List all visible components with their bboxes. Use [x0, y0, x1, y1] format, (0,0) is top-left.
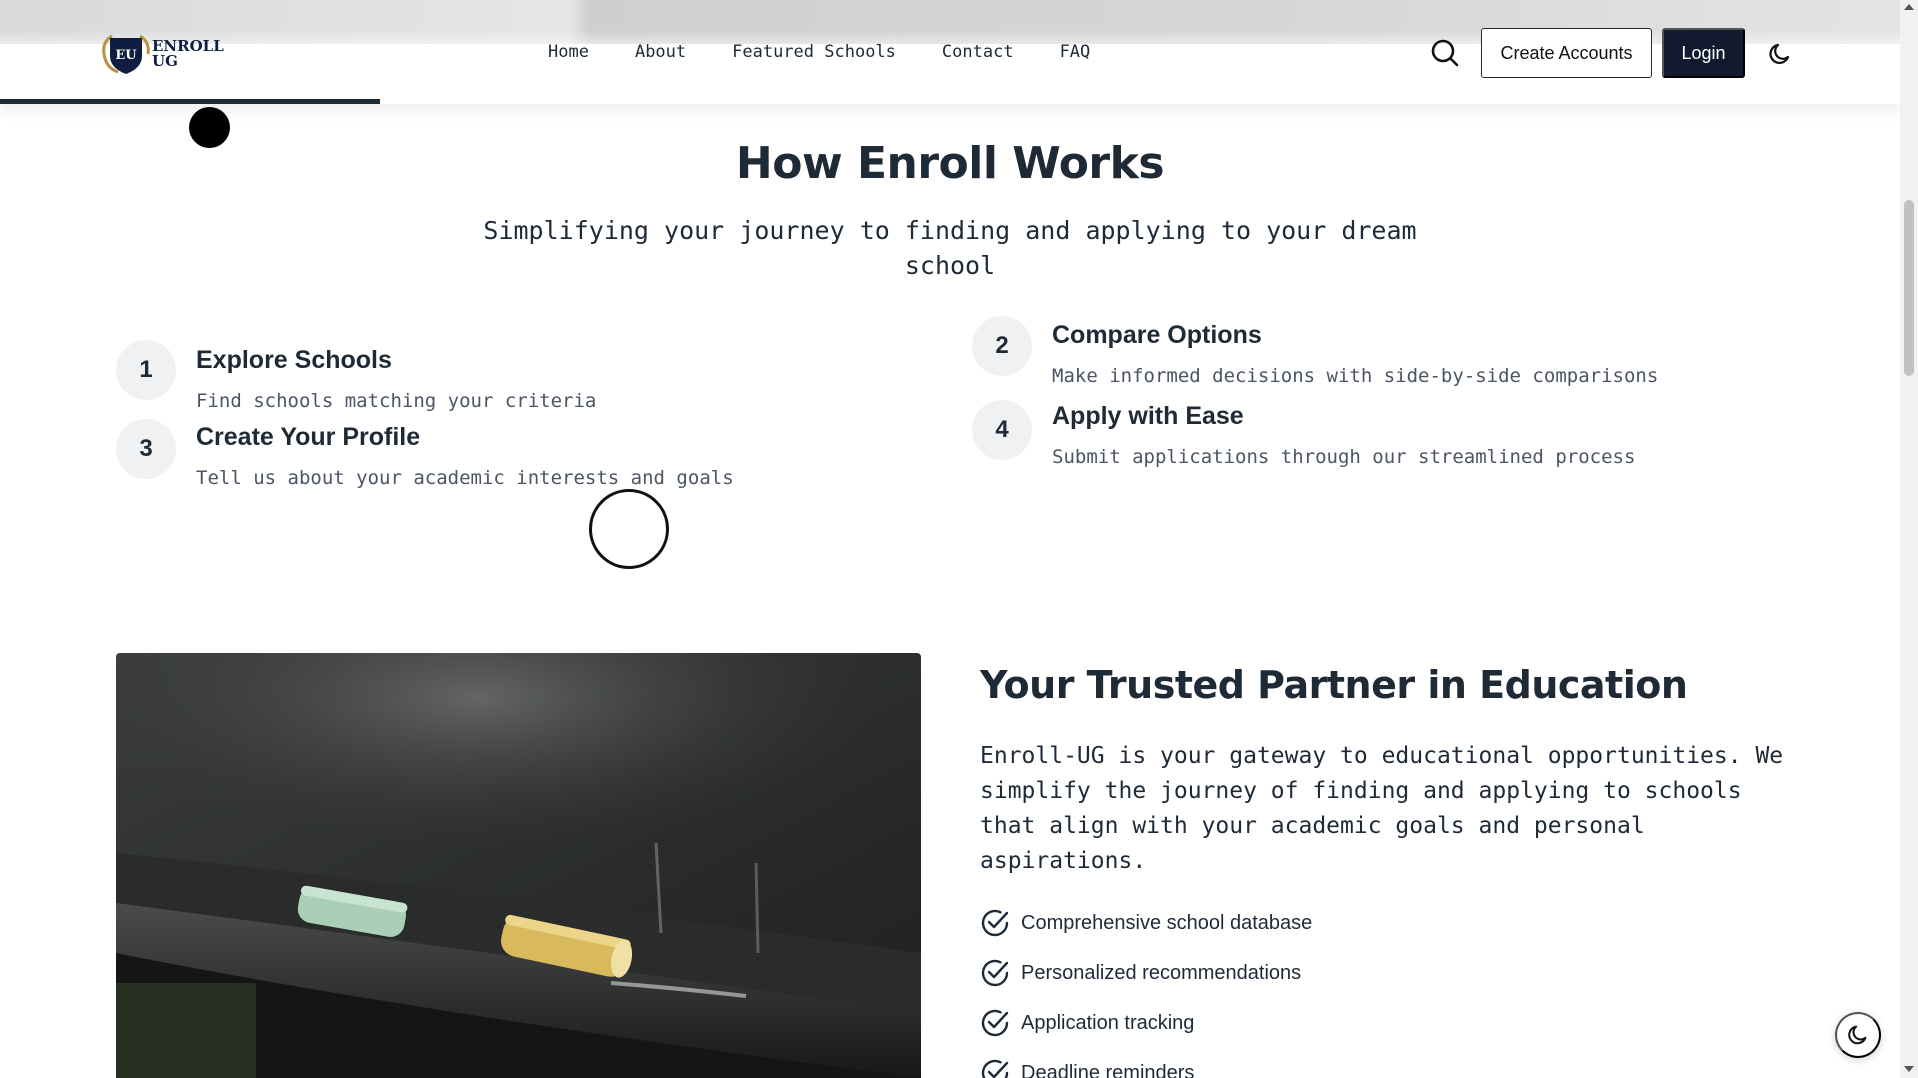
step-item: 3 Create Your Profile Tell us about your… — [116, 419, 734, 490]
list-item: Deadline reminders — [980, 1058, 1312, 1078]
step-item: 2 Compare Options Make informed decision… — [972, 316, 1658, 388]
nav-home[interactable]: Home — [548, 42, 589, 62]
step-number: 1 — [116, 340, 176, 400]
chalk-on-blackboard-photo — [116, 653, 921, 1078]
site-logo[interactable]: EU ENROLL UG — [98, 32, 224, 76]
main-nav: Home About Featured Schools Contact FAQ — [548, 42, 1090, 62]
step-description: Make informed decisions with side-by-sid… — [1052, 365, 1659, 387]
feature-list: Comprehensive school database Personaliz… — [980, 908, 1312, 1078]
create-accounts-button[interactable]: Create Accounts — [1481, 28, 1652, 78]
search-icon[interactable] — [1430, 38, 1460, 68]
scrollbar-thumb[interactable] — [1904, 200, 1914, 376]
nav-featured-schools[interactable]: Featured Schools — [732, 42, 896, 62]
step-number: 4 — [972, 400, 1032, 460]
step-title: Create Your Profile — [196, 423, 421, 451]
scroll-progress-fill — [0, 99, 380, 104]
moon-icon — [1848, 1025, 1867, 1045]
page-scrollbar[interactable] — [1900, 0, 1918, 1078]
moon-icon[interactable] — [1766, 40, 1794, 68]
feature-label: Deadline reminders — [1021, 1061, 1195, 1078]
page-viewport: EU ENROLL UG Home About Featured Schools… — [0, 0, 1900, 1078]
floating-theme-toggle-button[interactable] — [1835, 1012, 1881, 1058]
step-item: 4 Apply with Ease Submit applications th… — [972, 400, 1635, 469]
check-circle-icon — [980, 958, 1010, 988]
site-header: EU ENROLL UG Home About Featured Schools… — [0, 0, 1900, 104]
shield-logo-icon: EU — [98, 32, 154, 76]
step-number: 3 — [116, 419, 176, 479]
cursor-ring — [589, 489, 669, 569]
list-item: Application tracking — [980, 1008, 1312, 1038]
scroll-down-arrow-icon[interactable] — [1904, 1066, 1914, 1072]
how-it-works-subtitle: Simplifying your journey to finding and … — [483, 216, 1417, 280]
list-item: Personalized recommendations — [980, 958, 1312, 988]
scroll-up-arrow-icon[interactable] — [1904, 4, 1914, 10]
step-description: Tell us about your academic interests an… — [196, 467, 734, 489]
nav-contact[interactable]: Contact — [942, 42, 1014, 62]
nav-about[interactable]: About — [635, 42, 686, 62]
check-circle-icon — [980, 908, 1010, 938]
feature-label: Comprehensive school database — [1021, 911, 1313, 934]
list-item: Comprehensive school database — [980, 908, 1312, 938]
step-description: Find schools matching your criteria — [196, 390, 597, 412]
check-circle-icon — [980, 1058, 1010, 1078]
scroll-progress-bar — [0, 99, 1900, 104]
how-it-works-title: How Enroll Works — [735, 138, 1165, 189]
step-title: Apply with Ease — [1052, 402, 1244, 430]
step-item: 1 Explore Schools Find schools matching … — [116, 340, 596, 413]
step-title: Explore Schools — [196, 346, 392, 374]
nav-faq[interactable]: FAQ — [1060, 42, 1091, 62]
logo-text-line2: UG — [152, 52, 178, 70]
login-button[interactable]: Login — [1662, 28, 1745, 78]
feature-label: Personalized recommendations — [1021, 961, 1302, 984]
svg-text:EU: EU — [115, 48, 137, 63]
step-number: 2 — [972, 316, 1032, 376]
partner-description: Enroll-UG is your gateway to educational… — [980, 743, 1784, 874]
cursor-dot — [189, 107, 230, 148]
partner-title: Your Trusted Partner in Education — [980, 663, 1688, 707]
feature-label: Application tracking — [1021, 1011, 1195, 1034]
step-description: Submit applications through our streamli… — [1052, 446, 1636, 468]
check-circle-icon — [980, 1008, 1010, 1038]
step-title: Compare Options — [1052, 321, 1262, 349]
